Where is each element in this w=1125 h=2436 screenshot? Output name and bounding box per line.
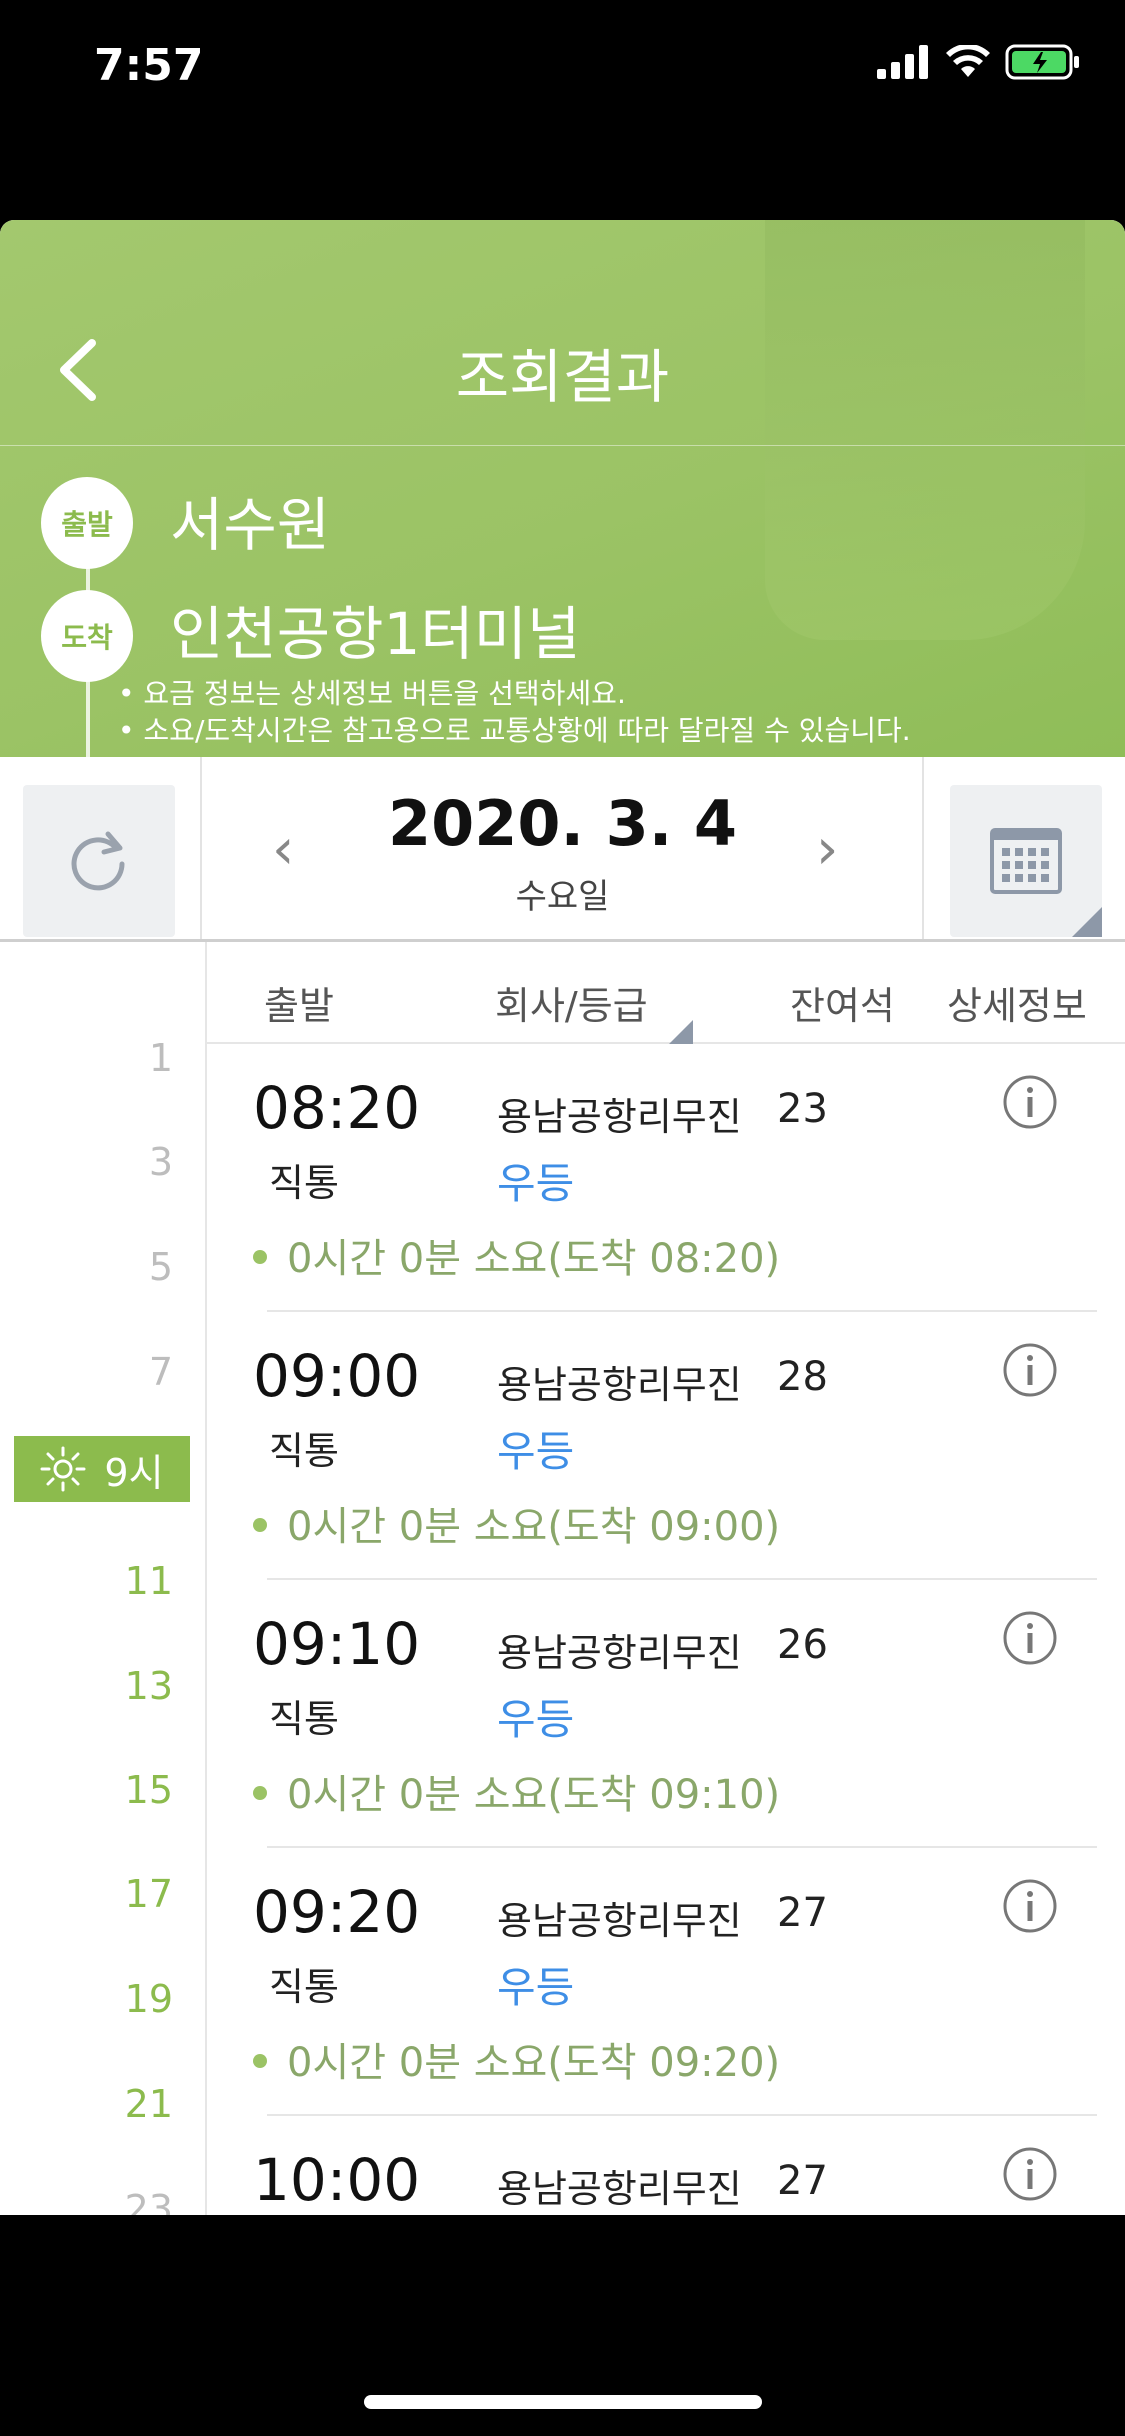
route-type: 직통	[269, 1429, 339, 1473]
remaining-seats: 27	[777, 2158, 828, 2204]
date-bar: ‹ 2020. 3. 4 수요일 ›	[0, 757, 1125, 942]
info-icon[interactable]	[1002, 1342, 1058, 1398]
departure-time: 10:00	[253, 2146, 421, 2214]
status-bar: 7:57	[0, 0, 1125, 140]
remaining-seats: 23	[777, 1086, 828, 1132]
hour-5[interactable]: 5	[149, 1245, 173, 1289]
route-header: 조회결과 출발 서수원 도착 인천공항1터미널 요금 정보는 상세정보 버튼을 …	[0, 220, 1125, 757]
duration-text: 0시간 0분 소요(도착 08:20)	[253, 1226, 780, 1284]
route-type: 직통	[269, 1965, 339, 2009]
status-time: 7:57	[94, 40, 204, 91]
hour-7[interactable]: 7	[149, 1350, 173, 1394]
duration-text: 0시간 0분 소요(도착 09:00)	[253, 1494, 780, 1552]
info-icon[interactable]	[1002, 1878, 1058, 1934]
route-type: 직통	[269, 1161, 339, 1205]
calendar-button[interactable]	[950, 785, 1102, 937]
header-departure: 출발	[264, 984, 334, 1028]
calendar-corner-mark	[1072, 907, 1102, 937]
remaining-seats: 27	[777, 1890, 828, 1936]
info-icon[interactable]	[1002, 1074, 1058, 1130]
calendar-icon	[990, 828, 1062, 894]
bus-company: 용남공항리무진	[497, 1095, 742, 1139]
bus-company: 용남공항리무진	[497, 2167, 742, 2211]
hour-15[interactable]: 15	[125, 1768, 173, 1812]
table-header: 출발 회사/등급 잔여석 상세정보	[207, 942, 1125, 1044]
hour-19[interactable]: 19	[125, 1977, 173, 2021]
departure-time: 09:00	[253, 1342, 421, 1410]
arrival-badge: 도착	[41, 590, 133, 682]
bus-grade: 우등	[497, 1427, 575, 1476]
hour-21[interactable]: 21	[125, 2082, 173, 2126]
notice-time: 소요/도착시간은 참고용으로 교통상황에 따라 달라질 수 있습니다.	[118, 712, 910, 749]
remaining-seats: 28	[777, 1354, 828, 1400]
page-title: 조회결과	[455, 343, 670, 411]
battery-icon	[1005, 44, 1079, 80]
arrival-station: 인천공항1터미널	[170, 600, 581, 668]
schedule-row[interactable]: 09:00 직통 용남공항리무진 28 우등 0시간 0분 소요(도착 09:0…	[207, 1312, 1125, 1580]
notice-fare: 요금 정보는 상세정보 버튼을 선택하세요.	[118, 675, 911, 712]
header-company[interactable]: 회사/등급	[495, 975, 648, 1030]
remaining-seats: 26	[777, 1622, 828, 1668]
route-type: 직통	[269, 1697, 339, 1741]
departure-time: 09:20	[253, 1878, 421, 1946]
schedule-row[interactable]: 10:00 용남공항리무진 27	[207, 2116, 1125, 2215]
departure-station: 서수원	[170, 491, 331, 559]
nav-bar: 조회결과	[0, 220, 1125, 446]
current-hour-label: 9시	[104, 1450, 164, 1495]
home-indicator[interactable]	[364, 2395, 762, 2409]
next-date-button[interactable]: ›	[816, 817, 838, 882]
departure-time: 08:20	[253, 1074, 421, 1142]
bus-company: 용남공항리무진	[497, 1899, 742, 1943]
bus-grade: 우등	[497, 1695, 575, 1744]
divider	[922, 757, 924, 939]
sort-indicator-icon	[669, 1020, 693, 1044]
hour-17[interactable]: 17	[125, 1872, 173, 1916]
current-hour-badge[interactable]: 9시	[14, 1436, 190, 1502]
app-screen: 조회결과 출발 서수원 도착 인천공항1터미널 요금 정보는 상세정보 버튼을 …	[0, 220, 1125, 2215]
hour-3[interactable]: 3	[149, 1140, 173, 1184]
duration-text: 0시간 0분 소요(도착 09:20)	[253, 2030, 780, 2088]
status-icons	[877, 44, 1081, 80]
schedule-row[interactable]: 08:20 직통 용남공항리무진 23 우등 0시간 0분 소요(도착 08:2…	[207, 1044, 1125, 1312]
duration-text: 0시간 0분 소요(도착 09:10)	[253, 1762, 780, 1820]
wifi-icon	[946, 45, 990, 77]
header-seats: 잔여석	[790, 984, 895, 1028]
bus-grade: 우등	[497, 1963, 575, 2012]
schedule-row[interactable]: 09:10 직통 용남공항리무진 26 우등 0시간 0분 소요(도착 09:1…	[207, 1580, 1125, 1848]
hour-23[interactable]: 23	[125, 2187, 173, 2215]
departure-time: 09:10	[253, 1610, 421, 1678]
bus-grade: 우등	[497, 1159, 575, 1208]
notice-list: 요금 정보는 상세정보 버튼을 선택하세요. 소요/도착시간은 참고용으로 교통…	[118, 675, 911, 749]
bus-company: 용남공항리무진	[497, 1631, 742, 1675]
hour-1[interactable]: 1	[149, 1036, 173, 1080]
hour-index: 1 3 5 7 9시 11 13 15 17 19 21 23	[0, 942, 207, 2215]
bus-company: 용남공항리무진	[497, 1363, 742, 1407]
info-icon[interactable]	[1002, 2146, 1058, 2202]
schedule-row[interactable]: 09:20 직통 용남공항리무진 27 우등 0시간 0분 소요(도착 09:2…	[207, 1848, 1125, 2116]
hour-13[interactable]: 13	[125, 1664, 173, 1708]
signal-icon	[877, 45, 928, 79]
header-detail: 상세정보	[947, 984, 1087, 1028]
sun-icon	[40, 1446, 86, 1492]
hour-11[interactable]: 11	[125, 1559, 173, 1603]
departure-badge: 출발	[41, 477, 133, 569]
info-icon[interactable]	[1002, 1610, 1058, 1666]
